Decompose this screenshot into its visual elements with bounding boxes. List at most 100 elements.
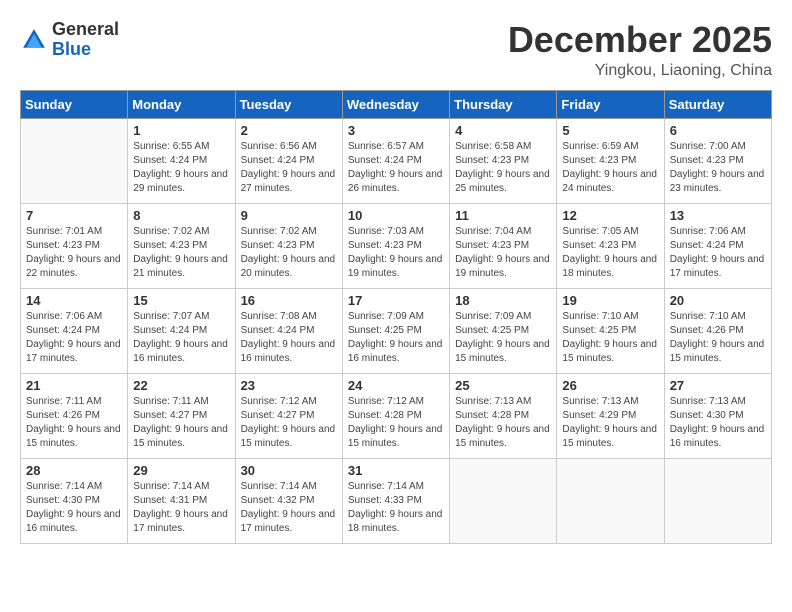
logo-blue: Blue <box>52 39 91 59</box>
day-number: 9 <box>241 208 337 223</box>
day-number: 22 <box>133 378 229 393</box>
day-number: 11 <box>455 208 551 223</box>
calendar-cell <box>557 458 664 543</box>
calendar-cell: 12Sunrise: 7:05 AMSunset: 4:23 PMDayligh… <box>557 203 664 288</box>
calendar-week-1: 1Sunrise: 6:55 AMSunset: 4:24 PMDaylight… <box>21 118 772 203</box>
weekday-header-friday: Friday <box>557 90 664 118</box>
calendar-cell: 24Sunrise: 7:12 AMSunset: 4:28 PMDayligh… <box>342 373 449 458</box>
day-number: 21 <box>26 378 122 393</box>
calendar-week-2: 7Sunrise: 7:01 AMSunset: 4:23 PMDaylight… <box>21 203 772 288</box>
day-number: 26 <box>562 378 658 393</box>
day-number: 10 <box>348 208 444 223</box>
day-number: 8 <box>133 208 229 223</box>
day-number: 31 <box>348 463 444 478</box>
day-info: Sunrise: 6:55 AMSunset: 4:24 PMDaylight:… <box>133 140 229 196</box>
day-info: Sunrise: 6:57 AMSunset: 4:24 PMDaylight:… <box>348 140 444 196</box>
calendar-cell: 22 Sunrise: 7:11 AMSunset: 4:27 PMDayligh… <box>128 373 235 458</box>
day-info: Sunrise: 7:06 AMSunset: 4:24 PMDaylight:… <box>670 225 766 281</box>
calendar-cell: 4 Sunrise: 6:58 AMSunset: 4:23 PMDaylight… <box>450 118 557 203</box>
day-info: Sunrise: 7:14 AMSunset: 4:30 PMDaylight:… <box>26 480 122 536</box>
calendar-cell: 6 Sunrise: 7:00 AMSunset: 4:23 PMDaylight… <box>664 118 771 203</box>
day-number: 16 <box>241 293 337 308</box>
day-number: 23 <box>241 378 337 393</box>
calendar-cell: 16 Sunrise: 7:08 AMSunset: 4:24 PMDayligh… <box>235 288 342 373</box>
calendar-week-4: 21Sunrise: 7:11 AMSunset: 4:26 PMDayligh… <box>21 373 772 458</box>
day-number: 14 <box>26 293 122 308</box>
logo: General Blue <box>20 20 119 60</box>
calendar-cell <box>664 458 771 543</box>
page-header: General Blue December 2025 Yingkou, Liao… <box>20 20 772 80</box>
day-info: Sunrise: 7:00 AMSunset: 4:23 PMDaylight:… <box>670 140 766 196</box>
day-info: Sunrise: 7:13 AMSunset: 4:28 PMDaylight:… <box>455 395 551 451</box>
calendar-cell: 27 Sunrise: 7:13 AMSunset: 4:30 PMDayligh… <box>664 373 771 458</box>
weekday-header-thursday: Thursday <box>450 90 557 118</box>
day-info: Sunrise: 6:56 AMSunset: 4:24 PMDaylight:… <box>241 140 337 196</box>
day-info: Sunrise: 7:05 AMSunset: 4:23 PMDaylight:… <box>562 225 658 281</box>
day-number: 25 <box>455 378 551 393</box>
weekday-header-wednesday: Wednesday <box>342 90 449 118</box>
calendar-cell: 8 Sunrise: 7:02 AMSunset: 4:23 PMDaylight… <box>128 203 235 288</box>
day-info: Sunrise: 7:09 AMSunset: 4:25 PMDaylight:… <box>348 310 444 366</box>
calendar-cell: 17 Sunrise: 7:09 AMSunset: 4:25 PMDayligh… <box>342 288 449 373</box>
day-number: 6 <box>670 123 766 138</box>
day-info: Sunrise: 7:06 AMSunset: 4:24 PMDaylight:… <box>26 310 122 366</box>
calendar-cell: 19 Sunrise: 7:10 AMSunset: 4:25 PMDayligh… <box>557 288 664 373</box>
location-title: Yingkou, Liaoning, China <box>508 62 772 80</box>
day-info: Sunrise: 7:14 AMSunset: 4:31 PMDaylight:… <box>133 480 229 536</box>
day-number: 18 <box>455 293 551 308</box>
day-info: Sunrise: 7:02 AMSunset: 4:23 PMDaylight:… <box>241 225 337 281</box>
calendar-cell: 10Sunrise: 7:03 AMSunset: 4:23 PMDayligh… <box>342 203 449 288</box>
day-number: 4 <box>455 123 551 138</box>
day-number: 3 <box>348 123 444 138</box>
weekday-header-monday: Monday <box>128 90 235 118</box>
day-number: 17 <box>348 293 444 308</box>
day-number: 30 <box>241 463 337 478</box>
title-block: December 2025 Yingkou, Liaoning, China <box>508 20 772 80</box>
calendar-cell <box>450 458 557 543</box>
weekday-header-row: SundayMondayTuesdayWednesdayThursdayFrid… <box>21 90 772 118</box>
day-info: Sunrise: 7:14 AMSunset: 4:33 PMDaylight:… <box>348 480 444 536</box>
day-info: Sunrise: 6:58 AMSunset: 4:23 PMDaylight:… <box>455 140 551 196</box>
calendar-cell: 20Sunrise: 7:10 AMSunset: 4:26 PMDayligh… <box>664 288 771 373</box>
day-number: 19 <box>562 293 658 308</box>
calendar-cell: 13Sunrise: 7:06 AMSunset: 4:24 PMDayligh… <box>664 203 771 288</box>
day-info: Sunrise: 7:13 AMSunset: 4:30 PMDaylight:… <box>670 395 766 451</box>
calendar-cell: 21Sunrise: 7:11 AMSunset: 4:26 PMDayligh… <box>21 373 128 458</box>
day-number: 15 <box>133 293 229 308</box>
calendar-cell: 31 Sunrise: 7:14 AMSunset: 4:33 PMDayligh… <box>342 458 449 543</box>
calendar-cell: 15Sunrise: 7:07 AMSunset: 4:24 PMDayligh… <box>128 288 235 373</box>
calendar-cell: 1Sunrise: 6:55 AMSunset: 4:24 PMDaylight… <box>128 118 235 203</box>
calendar-cell: 28 Sunrise: 7:14 AMSunset: 4:30 PMDayligh… <box>21 458 128 543</box>
day-info: Sunrise: 7:02 AMSunset: 4:23 PMDaylight:… <box>133 225 229 281</box>
calendar-cell: 3 Sunrise: 6:57 AMSunset: 4:24 PMDaylight… <box>342 118 449 203</box>
calendar-cell <box>21 118 128 203</box>
calendar-cell: 30 Sunrise: 7:14 AMSunset: 4:32 PMDayligh… <box>235 458 342 543</box>
calendar-cell: 26 Sunrise: 7:13 AMSunset: 4:29 PMDayligh… <box>557 373 664 458</box>
day-number: 2 <box>241 123 337 138</box>
calendar-table: SundayMondayTuesdayWednesdayThursdayFrid… <box>20 90 772 544</box>
day-number: 24 <box>348 378 444 393</box>
day-info: Sunrise: 7:12 AMSunset: 4:27 PMDaylight:… <box>241 395 337 451</box>
calendar-cell: 18 Sunrise: 7:09 AMSunset: 4:25 PMDayligh… <box>450 288 557 373</box>
calendar-week-5: 28 Sunrise: 7:14 AMSunset: 4:30 PMDayligh… <box>21 458 772 543</box>
day-number: 27 <box>670 378 766 393</box>
day-info: Sunrise: 7:04 AMSunset: 4:23 PMDaylight:… <box>455 225 551 281</box>
logo-text: General Blue <box>52 20 119 60</box>
day-info: Sunrise: 7:10 AMSunset: 4:25 PMDaylight:… <box>562 310 658 366</box>
day-number: 7 <box>26 208 122 223</box>
day-info: Sunrise: 6:59 AMSunset: 4:23 PMDaylight:… <box>562 140 658 196</box>
day-number: 28 <box>26 463 122 478</box>
calendar-cell: 5Sunrise: 6:59 AMSunset: 4:23 PMDaylight… <box>557 118 664 203</box>
day-info: Sunrise: 7:13 AMSunset: 4:29 PMDaylight:… <box>562 395 658 451</box>
calendar-cell: 7Sunrise: 7:01 AMSunset: 4:23 PMDaylight… <box>21 203 128 288</box>
calendar-cell: 25 Sunrise: 7:13 AMSunset: 4:28 PMDayligh… <box>450 373 557 458</box>
calendar-cell: 29Sunrise: 7:14 AMSunset: 4:31 PMDayligh… <box>128 458 235 543</box>
day-info: Sunrise: 7:08 AMSunset: 4:24 PMDaylight:… <box>241 310 337 366</box>
calendar-cell: 14 Sunrise: 7:06 AMSunset: 4:24 PMDayligh… <box>21 288 128 373</box>
day-info: Sunrise: 7:11 AMSunset: 4:27 PMDaylight:… <box>133 395 229 451</box>
calendar-cell: 23 Sunrise: 7:12 AMSunset: 4:27 PMDayligh… <box>235 373 342 458</box>
day-info: Sunrise: 7:14 AMSunset: 4:32 PMDaylight:… <box>241 480 337 536</box>
day-info: Sunrise: 7:09 AMSunset: 4:25 PMDaylight:… <box>455 310 551 366</box>
month-title: December 2025 <box>508 20 772 60</box>
weekday-header-saturday: Saturday <box>664 90 771 118</box>
